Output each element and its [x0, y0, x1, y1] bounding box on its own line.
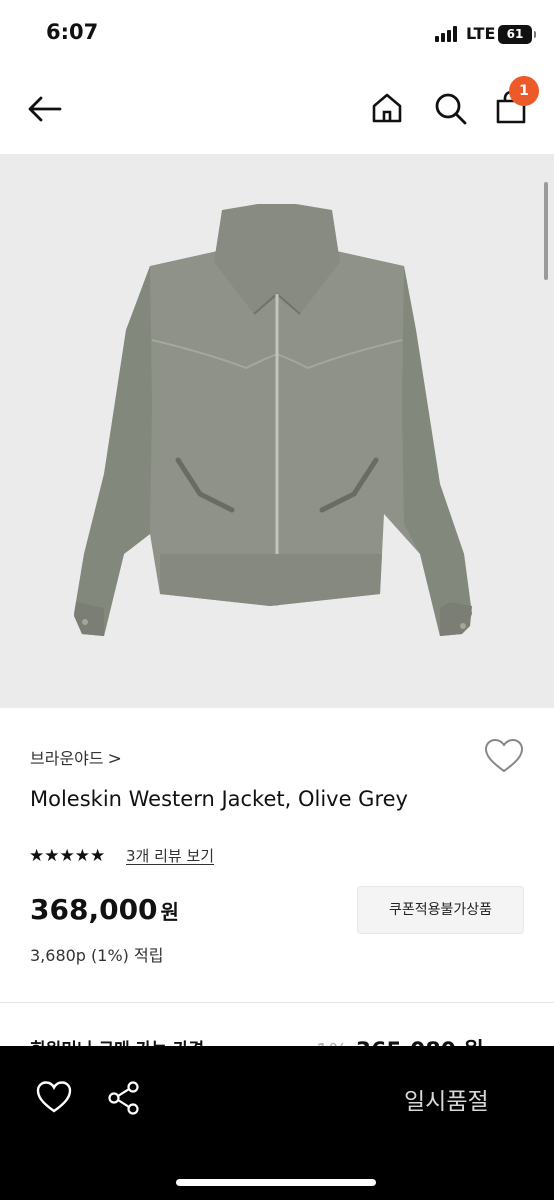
search-icon[interactable]: [433, 91, 469, 127]
review-link[interactable]: 3개 리뷰 보기: [126, 845, 214, 866]
soldout-button[interactable]: 일시품절: [404, 1082, 489, 1116]
price-value: 368,000: [30, 893, 158, 926]
product-image[interactable]: [0, 154, 554, 708]
price: 368,000 원: [30, 893, 179, 926]
jacket-photo: [74, 204, 472, 636]
coupon-badge: 쿠폰적용불가상품: [357, 886, 524, 934]
points-text: 3,680p (1%) 적립: [30, 946, 164, 965]
home-icon[interactable]: [370, 91, 404, 125]
network-type: LTE: [466, 24, 496, 43]
image-scrollbar[interactable]: [544, 182, 548, 280]
signal-icon: [435, 26, 461, 42]
battery-icon: 61: [498, 25, 536, 44]
product-name: Moleskin Western Jacket, Olive Grey: [30, 787, 408, 811]
chevron-right-icon: >: [107, 749, 122, 769]
bottom-action-bar: [0, 1046, 554, 1200]
brand-link[interactable]: 브라운야드 >: [30, 745, 122, 769]
status-time: 6:07: [46, 20, 99, 44]
brand-name: 브라운야드: [30, 749, 104, 768]
nav-bar: [0, 66, 554, 154]
divider: [0, 1002, 554, 1003]
cart-count-badge[interactable]: 1: [509, 76, 539, 106]
status-bar: 6:07 LTE 61: [0, 0, 554, 66]
arrow-left-icon[interactable]: [26, 94, 64, 124]
home-indicator: [176, 1179, 376, 1186]
heart-icon[interactable]: [36, 1080, 72, 1114]
price-unit: 원: [160, 900, 179, 924]
share-icon[interactable]: [106, 1080, 142, 1116]
heart-icon[interactable]: [484, 738, 524, 774]
rating-stars: ★★★★★: [29, 846, 106, 866]
